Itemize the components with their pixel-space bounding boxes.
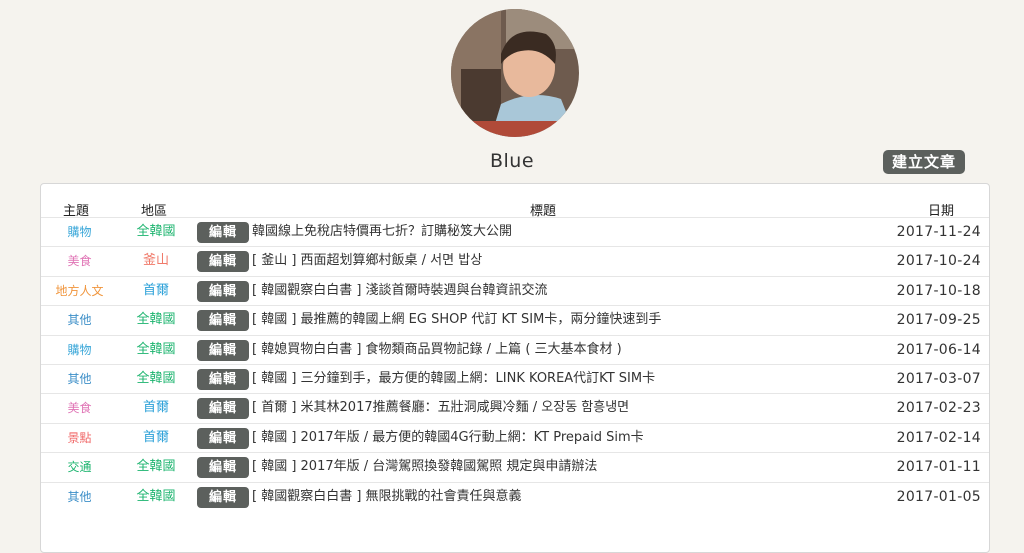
row-topic-link[interactable]: 美食 [41,247,118,275]
posts-table-body: 購物 全韓國 編輯 韓國線上免稅店特價再七折？訂購秘笈大公開 2017-11-24 美食釜… [41,217,989,511]
row-date: 2017-01-05 [896,488,981,505]
row-topic-link[interactable]: 購物 [41,336,118,364]
row-region-link[interactable]: 全韓國 [121,483,191,511]
table-row: 美食 釜山 編輯[ 釜山 ] 西面超划算鄉村飯桌 / 서면 밥상 2017-10-24 [41,246,989,275]
row-topic-link[interactable]: 景點 [41,424,118,452]
row-topic-link[interactable]: 其他 [41,483,118,511]
table-row: 美食 首爾 編輯[ 首爾 ] 米其林2017推薦餐廳：五壯洞咸興冷麵 / 오장동 함… [41,393,989,422]
profile-avatar[interactable] [451,9,579,137]
edit-button[interactable]: 編輯 [197,427,249,449]
edit-button[interactable]: 編輯 [197,339,249,361]
row-region-link[interactable]: 釜山 [121,247,191,275]
row-topic-link[interactable]: 購物 [41,218,118,246]
table-row: 其他 全韓國 編輯[ 韓國 ] 最推薦的韓國上網 EG SHOP 代訂 KT SIM… [41,305,989,334]
row-region-link[interactable]: 全韓國 [121,453,191,481]
row-date: 2017-02-23 [896,400,981,417]
row-title-link[interactable]: 韓國線上免稅店特價再七折？訂購秘笈大公開 [252,218,512,246]
new-post-button[interactable]: 建立文章 [883,150,965,174]
row-title-link[interactable]: [ 韓國 ] 2017年版 / 台灣駕照換發韓國駕照 規定與申請辦法 [252,453,597,481]
row-title-link[interactable]: [ 韓國 ] 2017年版 / 最方便的韓國4G行動上網：KT Prepaid … [252,424,644,452]
edit-button[interactable]: 編輯 [197,310,249,332]
row-region-link[interactable]: 全韓國 [121,218,191,246]
edit-button[interactable]: 編輯 [197,251,249,273]
row-date: 2017-09-25 [896,312,981,329]
row-date: 2017-10-24 [896,253,981,270]
row-topic-link[interactable]: 其他 [41,365,118,393]
row-date: 2017-10-18 [896,282,981,299]
row-topic-link[interactable]: 地方人文 [41,277,118,305]
row-date: 2017-01-11 [896,459,981,476]
row-region-link[interactable]: 全韓國 [121,336,191,364]
row-title-link[interactable]: [ 韓國觀察白白書 ] 無限挑戰的社會責任與意義 [252,483,522,511]
avatar-photo [451,9,579,137]
row-date: 2017-06-14 [896,341,981,358]
row-topic-link[interactable]: 美食 [41,394,118,422]
row-title-link[interactable]: [ 韓國 ] 三分鐘到手，最方便的韓國上網：LINK KOREA代訂KT SIM… [252,365,655,393]
table-row: 其他 全韓國 編輯[ 韓國 ] 三分鐘到手，最方便的韓國上網：LINK KOREA代… [41,363,989,393]
table-row: 交通 全韓國 編輯[ 韓國 ] 2017年版 / 台灣駕照換發韓國駕照 規定與申請辦… [41,452,989,481]
row-title-link[interactable]: [ 釜山 ] 西面超划算鄉村飯桌 / 서면 밥상 [252,247,482,275]
row-date: 2017-02-14 [896,429,981,446]
edit-button[interactable]: 編輯 [197,280,249,302]
row-region-link[interactable]: 全韓國 [121,365,191,393]
edit-button[interactable]: 編輯 [197,222,249,243]
row-date: 2017-03-07 [896,370,981,387]
row-region-link[interactable]: 首爾 [121,394,191,422]
row-topic-link[interactable]: 其他 [41,306,118,334]
edit-button[interactable]: 編輯 [197,457,249,479]
table-row: 景點 首爾 編輯[ 韓國 ] 2017年版 / 最方便的韓國4G行動上網：KT Pr… [41,422,989,452]
row-title-link[interactable]: [ 首爾 ] 米其林2017推薦餐廳：五壯洞咸興冷麵 / 오장동 함흥냉면 [252,394,629,422]
table-row: 其他 全韓國 編輯[ 韓國觀察白白書 ] 無限挑戰的社會責任與意義 2017-01-0… [41,481,989,511]
row-topic-link[interactable]: 交通 [41,453,118,481]
edit-button[interactable]: 編輯 [197,368,249,390]
row-region-link[interactable]: 全韓國 [121,306,191,334]
edit-button[interactable]: 編輯 [197,486,249,508]
table-header: 主題 地區 標題 日期 [0,200,1024,219]
profile-username: Blue [489,150,535,172]
row-title-link[interactable]: [ 韓國 ] 最推薦的韓國上網 EG SHOP 代訂 KT SIM卡，兩分鐘快速… [252,306,661,334]
table-row: 地方人文 首爾 編輯[ 韓國觀察白白書 ] 淺談首爾時裝週與台韓資訊交流 2017-1… [41,275,989,305]
row-title-link[interactable]: [ 韓國觀察白白書 ] 淺談首爾時裝週與台韓資訊交流 [252,277,548,305]
row-title-link[interactable]: [ 韓媳買物白白書 ] 食物類商品買物記錄 / 上篇 ( 三大基本食材 ) [252,336,622,364]
row-region-link[interactable]: 首爾 [121,424,191,452]
table-row: 購物 全韓國 編輯[ 韓媳買物白白書 ] 食物類商品買物記錄 / 上篇 ( 三大基本… [41,334,989,364]
row-date: 2017-11-24 [896,224,981,240]
table-row: 購物 全韓國 編輯 韓國線上免稅店特價再七折？訂購秘笈大公開 2017-11-24 [41,217,989,246]
row-region-link[interactable]: 首爾 [121,277,191,305]
edit-button[interactable]: 編輯 [197,398,249,420]
